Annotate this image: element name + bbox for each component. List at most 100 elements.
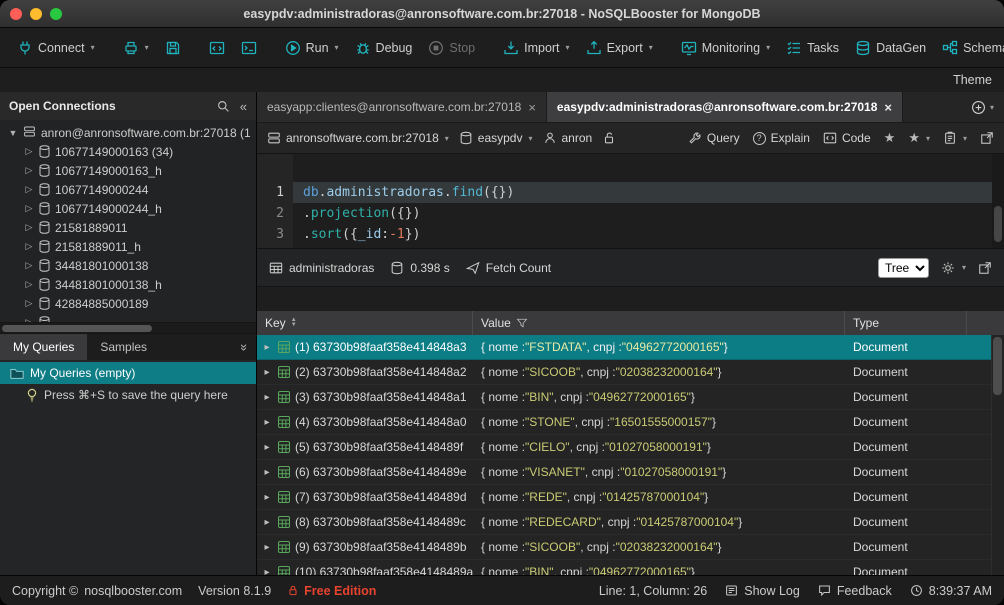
expand-row-icon[interactable]: ▸ xyxy=(261,342,273,353)
expand-row-icon[interactable]: ▸ xyxy=(261,567,273,576)
schema-button[interactable]: Schema ▾ xyxy=(935,35,1004,61)
results-settings-button[interactable]: ▾ xyxy=(941,261,966,275)
expand-row-icon[interactable]: ▸ xyxy=(261,392,273,403)
sort-icon[interactable]: ▲▼ xyxy=(291,318,297,328)
scrollbar-thumb[interactable] xyxy=(993,337,1002,395)
editor-tab[interactable]: easyapp:clientes@anronsoftware.com.br:27… xyxy=(257,92,547,122)
expand-row-icon[interactable]: ▸ xyxy=(261,367,273,378)
open-script-button[interactable]: ▾ xyxy=(116,35,156,61)
tree-collapsed-icon[interactable]: ▷ xyxy=(24,184,34,195)
tree-collapsed-icon[interactable]: ▷ xyxy=(24,241,34,252)
code-editor[interactable]: 1234 db.administradoras.find({}).project… xyxy=(257,154,1004,249)
close-window-button[interactable] xyxy=(10,8,22,20)
snippets-button[interactable]: ▾ xyxy=(943,131,967,145)
close-tab-icon[interactable]: × xyxy=(528,100,536,115)
table-row[interactable]: ▸(8) 63730b98faaf358e4148489c{ nome : "R… xyxy=(257,510,1004,535)
scrollbar-thumb[interactable] xyxy=(994,206,1002,242)
feedback-button[interactable]: Feedback xyxy=(818,584,892,598)
sidebar-database-item[interactable]: ▷10677149000163 (34) xyxy=(0,142,256,161)
collapse-all-icon[interactable]: » xyxy=(237,343,252,350)
expand-row-icon[interactable]: ▸ xyxy=(261,517,273,528)
tree-collapsed-icon[interactable]: ▷ xyxy=(24,298,34,309)
horizontal-scrollbar[interactable] xyxy=(0,322,256,333)
datagen-button[interactable]: DataGen xyxy=(848,35,933,61)
grid-scrollbar[interactable] xyxy=(991,335,1004,575)
expand-results-button[interactable] xyxy=(978,261,992,275)
debug-button[interactable]: Debug xyxy=(348,35,420,61)
tree-collapsed-icon[interactable]: ▷ xyxy=(24,222,34,233)
database-breadcrumb[interactable]: easypdv ▾ xyxy=(459,131,533,145)
close-tab-icon[interactable]: × xyxy=(884,100,892,115)
edition-badge[interactable]: Free Edition xyxy=(287,584,376,598)
user-breadcrumb[interactable]: anron xyxy=(543,131,593,145)
tree-collapsed-icon[interactable]: ▷ xyxy=(24,260,34,271)
view-mode-select[interactable]: Tree xyxy=(878,258,929,278)
table-row[interactable]: ▸(9) 63730b98faaf358e4148489b{ nome : "S… xyxy=(257,535,1004,560)
expand-row-icon[interactable]: ▸ xyxy=(261,492,273,503)
export-button[interactable]: Export ▾ xyxy=(579,35,660,61)
save-button[interactable] xyxy=(158,35,188,61)
code-line[interactable]: .limit(100) xyxy=(293,245,1004,249)
tree-expanded-icon[interactable]: ▼ xyxy=(8,128,18,138)
sidebar-database-item[interactable]: ▷10677149000244 xyxy=(0,180,256,199)
code-line[interactable]: .projection({}) xyxy=(293,203,1004,224)
scrollbar-thumb[interactable] xyxy=(2,325,152,332)
expand-row-icon[interactable]: ▸ xyxy=(261,467,273,478)
table-row[interactable]: ▸(6) 63730b98faaf358e4148489e{ nome : "V… xyxy=(257,460,1004,485)
sidebar-database-item[interactable]: ▷34481801000138_h xyxy=(0,275,256,294)
open-new-window-button[interactable] xyxy=(980,131,994,145)
table-row[interactable]: ▸(10) 63730b98faaf358e4148489a{ nome : "… xyxy=(257,560,1004,575)
sidebar-database-item[interactable]: ▷42884885000189 xyxy=(0,294,256,313)
table-row[interactable]: ▸(4) 63730b98faaf358e414848a0{ nome : "S… xyxy=(257,410,1004,435)
table-row[interactable]: ▸(7) 63730b98faaf358e4148489d{ nome : "R… xyxy=(257,485,1004,510)
new-tab-icon[interactable] xyxy=(971,100,986,115)
favorite-icon[interactable]: ★ xyxy=(884,130,896,146)
import-button[interactable]: Import ▾ xyxy=(496,35,576,61)
sidebar-database-item[interactable]: ▷10677149000163_h xyxy=(0,161,256,180)
fetch-count-button[interactable]: Fetch Count xyxy=(466,261,551,275)
cursor-position[interactable]: Line: 1, Column: 26 xyxy=(599,584,707,598)
console-view-button[interactable] xyxy=(234,35,264,61)
explain-button[interactable]: ? Explain xyxy=(753,131,810,145)
sidebar-database-item[interactable]: ▷21581889011_h xyxy=(0,237,256,256)
expand-row-icon[interactable]: ▸ xyxy=(261,442,273,453)
monitoring-button[interactable]: Monitoring ▾ xyxy=(674,35,777,61)
column-header-type[interactable]: Type xyxy=(845,311,967,335)
column-header-key[interactable]: Key ▲▼ xyxy=(257,311,473,335)
table-row[interactable]: ▸(5) 63730b98faaf358e4148489f{ nome : "C… xyxy=(257,435,1004,460)
tree-collapsed-icon[interactable]: ▷ xyxy=(24,146,34,157)
unlock-button[interactable] xyxy=(602,131,616,145)
filter-icon[interactable] xyxy=(516,317,528,329)
connection-root[interactable]: ▼ anron@anronsoftware.com.br:27018 (1 xyxy=(0,123,256,142)
table-row[interactable]: ▸(2) 63730b98faaf358e414848a2{ nome : "S… xyxy=(257,360,1004,385)
tab-samples[interactable]: Samples xyxy=(87,334,160,360)
editor-view-button[interactable] xyxy=(202,35,232,61)
zoom-window-button[interactable] xyxy=(50,8,62,20)
chevron-down-icon[interactable]: ▾ xyxy=(990,103,994,112)
code-line[interactable]: .sort({_id:-1}) xyxy=(293,224,1004,245)
server-breadcrumb[interactable]: anronsoftware.com.br:27018 ▾ xyxy=(267,131,449,145)
code-line[interactable]: db.administradoras.find({}) xyxy=(293,182,1004,203)
sidebar-database-item[interactable]: ▷34481801000138 xyxy=(0,256,256,275)
theme-menu[interactable]: Theme xyxy=(953,73,992,87)
sidebar-database-item[interactable]: ▷10677149000244_h xyxy=(0,199,256,218)
table-row[interactable]: ▸(1) 63730b98faaf358e414848a3{ nome : "F… xyxy=(257,335,1004,360)
editor-code[interactable]: db.administradoras.find({}).projection({… xyxy=(293,154,1004,248)
code-button[interactable]: Code xyxy=(823,131,871,145)
column-header-value[interactable]: Value xyxy=(473,311,845,335)
sidebar-database-item[interactable]: ▷ xyxy=(0,313,256,322)
expand-row-icon[interactable]: ▸ xyxy=(261,542,273,553)
my-queries-root-item[interactable]: My Queries (empty) xyxy=(0,362,256,384)
show-log-button[interactable]: Show Log xyxy=(725,584,800,598)
favorites-menu-button[interactable]: ★ ▾ xyxy=(908,130,930,146)
editor-tab-active[interactable]: easypdv:administradoras@anronsoftware.co… xyxy=(547,92,903,122)
tree-collapsed-icon[interactable]: ▷ xyxy=(24,165,34,176)
search-icon[interactable] xyxy=(217,100,230,113)
tab-my-queries[interactable]: My Queries xyxy=(0,334,87,360)
table-row[interactable]: ▸(3) 63730b98faaf358e414848a1{ nome : "B… xyxy=(257,385,1004,410)
expand-row-icon[interactable]: ▸ xyxy=(261,417,273,428)
tasks-button[interactable]: Tasks xyxy=(779,35,846,61)
minimize-window-button[interactable] xyxy=(30,8,42,20)
run-button[interactable]: Run ▾ xyxy=(278,35,346,61)
site-link[interactable]: nosqlbooster.com xyxy=(84,584,182,598)
